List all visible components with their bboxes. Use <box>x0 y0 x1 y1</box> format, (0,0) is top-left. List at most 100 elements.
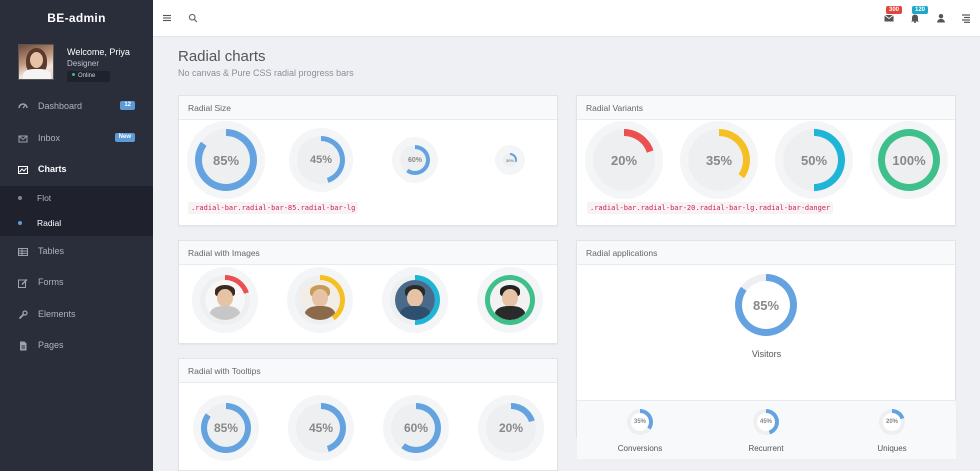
sidebar: BE-admin Welcome, Priya Designer Online … <box>0 0 153 471</box>
radial-value-label: 85% <box>207 409 245 447</box>
card-title: Radial with Images <box>179 241 557 265</box>
radial-variant-100: 100% <box>878 129 940 191</box>
radial-variant-35: 35% <box>688 129 750 191</box>
radial-image-2 <box>295 275 345 325</box>
dashboard-count-badge: 12 <box>120 101 135 110</box>
inbox-icon <box>18 135 28 142</box>
sidebar-item-label: Tables <box>38 245 65 256</box>
welcome-text: Welcome, Priya <box>67 47 130 57</box>
menu-toggle-icon[interactable] <box>162 13 172 23</box>
radial-tooltip-85: 85% <box>201 403 251 453</box>
status-dot-icon <box>72 73 75 76</box>
stat-caption: Recurrent <box>748 444 784 453</box>
card-title: Radial Variants <box>577 96 955 120</box>
radial-stat-conversions: 35% <box>627 409 653 435</box>
radial-stat-recurrent: 45% <box>753 409 779 435</box>
visitors-caption: Visitors <box>751 349 782 359</box>
topbar: 300 120 <box>153 0 980 37</box>
avatar-photo <box>490 280 530 320</box>
stat-caption: Conversions <box>617 444 663 453</box>
sidebar-subitem-radial[interactable]: Radial <box>0 211 153 236</box>
radial-value-label: 45% <box>757 413 775 431</box>
card-title: Radial Size <box>179 96 557 120</box>
sidebar-item-pages[interactable]: Pages <box>0 330 153 362</box>
radial-visitors: 85% <box>735 274 797 336</box>
search-icon[interactable] <box>188 13 198 23</box>
radial-variant-20: 20% <box>593 129 655 191</box>
sidebar-item-label: Charts <box>38 164 67 174</box>
sidebar-item-forms[interactable]: Forms <box>0 267 153 299</box>
card-radial-tooltips: Radial with Tooltips 85% 45% 60% 20% <box>178 358 558 471</box>
page-title: Radial charts <box>178 48 266 65</box>
card-radial-images: Radial with Images <box>178 240 558 344</box>
radial-tooltip-60: 60% <box>391 403 441 453</box>
avatar-photo <box>395 280 435 320</box>
sidebar-subitem-flot[interactable]: Flot <box>0 186 153 211</box>
online-status-badge: Online <box>67 71 110 82</box>
user-icon[interactable] <box>936 13 946 23</box>
inbox-new-badge: New <box>114 132 135 142</box>
user-avatar[interactable] <box>18 44 54 80</box>
edit-icon <box>18 279 28 288</box>
card-radial-applications: Radial applications Visitors 35% Conversi… <box>576 240 956 459</box>
sidebar-item-label: Forms <box>38 277 64 287</box>
sidebar-item-inbox[interactable]: Inbox New <box>0 123 153 155</box>
subitem-label: Flot <box>37 192 52 203</box>
radial-value-label: 85% <box>742 281 790 329</box>
radial-value-label: 30% <box>505 155 515 165</box>
radial-size-85: 85% <box>195 129 257 191</box>
settings-menu-icon[interactable] <box>961 13 971 23</box>
card-title: Radial with Tooltips <box>179 359 557 383</box>
user-role: Designer <box>67 59 100 68</box>
radial-value-label: 60% <box>397 409 435 447</box>
radial-size-30: 30% <box>503 153 517 167</box>
radial-value-label: 35% <box>631 413 649 431</box>
brand-logo[interactable]: BE-admin <box>0 0 153 36</box>
sidebar-item-dashboard[interactable]: Dashboard 12 <box>0 91 153 123</box>
stats-row: 35% Conversions 45% Recurrent 20% Uniques <box>577 400 956 459</box>
mail-count-badge: 300 <box>886 6 903 14</box>
bell-icon[interactable] <box>910 13 920 23</box>
sidebar-item-label: Dashboard <box>38 101 83 111</box>
radial-size-60: 60% <box>400 145 430 175</box>
radial-value-label: 45% <box>302 141 340 179</box>
radial-value-label: 85% <box>202 136 250 184</box>
subitem-label: Radial <box>37 217 62 228</box>
chart-icon <box>18 166 28 174</box>
radial-image-4 <box>485 275 535 325</box>
radial-value-label: 45% <box>302 409 340 447</box>
radial-value-label: 20% <box>883 413 901 431</box>
sidebar-item-charts[interactable]: Charts <box>0 154 153 186</box>
file-icon <box>20 341 27 351</box>
sidebar-item-tables[interactable]: Tables <box>0 236 153 268</box>
radial-image-1 <box>200 275 250 325</box>
notification-count-badge: 120 <box>912 6 929 14</box>
table-icon <box>18 247 28 256</box>
radial-value-label: 100% <box>885 136 933 184</box>
sidebar-nav: Dashboard 12 Inbox New Charts Flot Radia… <box>0 91 153 362</box>
sidebar-item-label: Pages <box>38 340 64 350</box>
radial-value-label: 60% <box>404 149 426 171</box>
card-title: Radial applications <box>577 241 955 265</box>
mail-icon[interactable] <box>884 13 894 23</box>
status-label: Online <box>78 73 96 79</box>
page-subtitle: No canvas & Pure CSS radial progress bar… <box>178 68 354 78</box>
avatar-photo <box>205 280 245 320</box>
sidebar-item-elements[interactable]: Elements <box>0 299 153 331</box>
avatar-photo <box>300 280 340 320</box>
dashboard-icon <box>18 103 28 109</box>
sidebar-item-label: Inbox <box>38 132 61 143</box>
css-class-code: .radial-bar.radial-bar-85.radial-bar-lg <box>188 202 359 214</box>
bullet-icon <box>18 220 22 225</box>
wrench-icon <box>18 309 28 319</box>
user-profile: Welcome, Priya Designer Online <box>18 44 148 84</box>
card-radial-variants: Radial Variants .radial-bar.radial-bar-2… <box>576 95 956 226</box>
charts-submenu: Flot Radial <box>0 185 153 236</box>
radial-value-label: 35% <box>695 136 743 184</box>
radial-stat-uniques: 20% <box>879 409 905 435</box>
radial-tooltip-45: 45% <box>296 403 346 453</box>
radial-value-label: 50% <box>790 136 838 184</box>
stat-caption: Uniques <box>877 444 907 453</box>
radial-size-45: 45% <box>297 136 345 184</box>
sidebar-item-label: Elements <box>38 308 76 319</box>
